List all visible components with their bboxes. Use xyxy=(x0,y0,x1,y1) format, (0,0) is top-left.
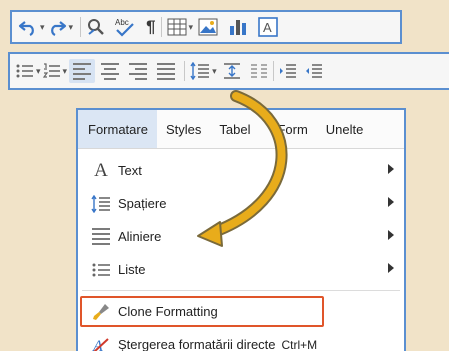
curved-arrow-annotation xyxy=(197,90,288,247)
